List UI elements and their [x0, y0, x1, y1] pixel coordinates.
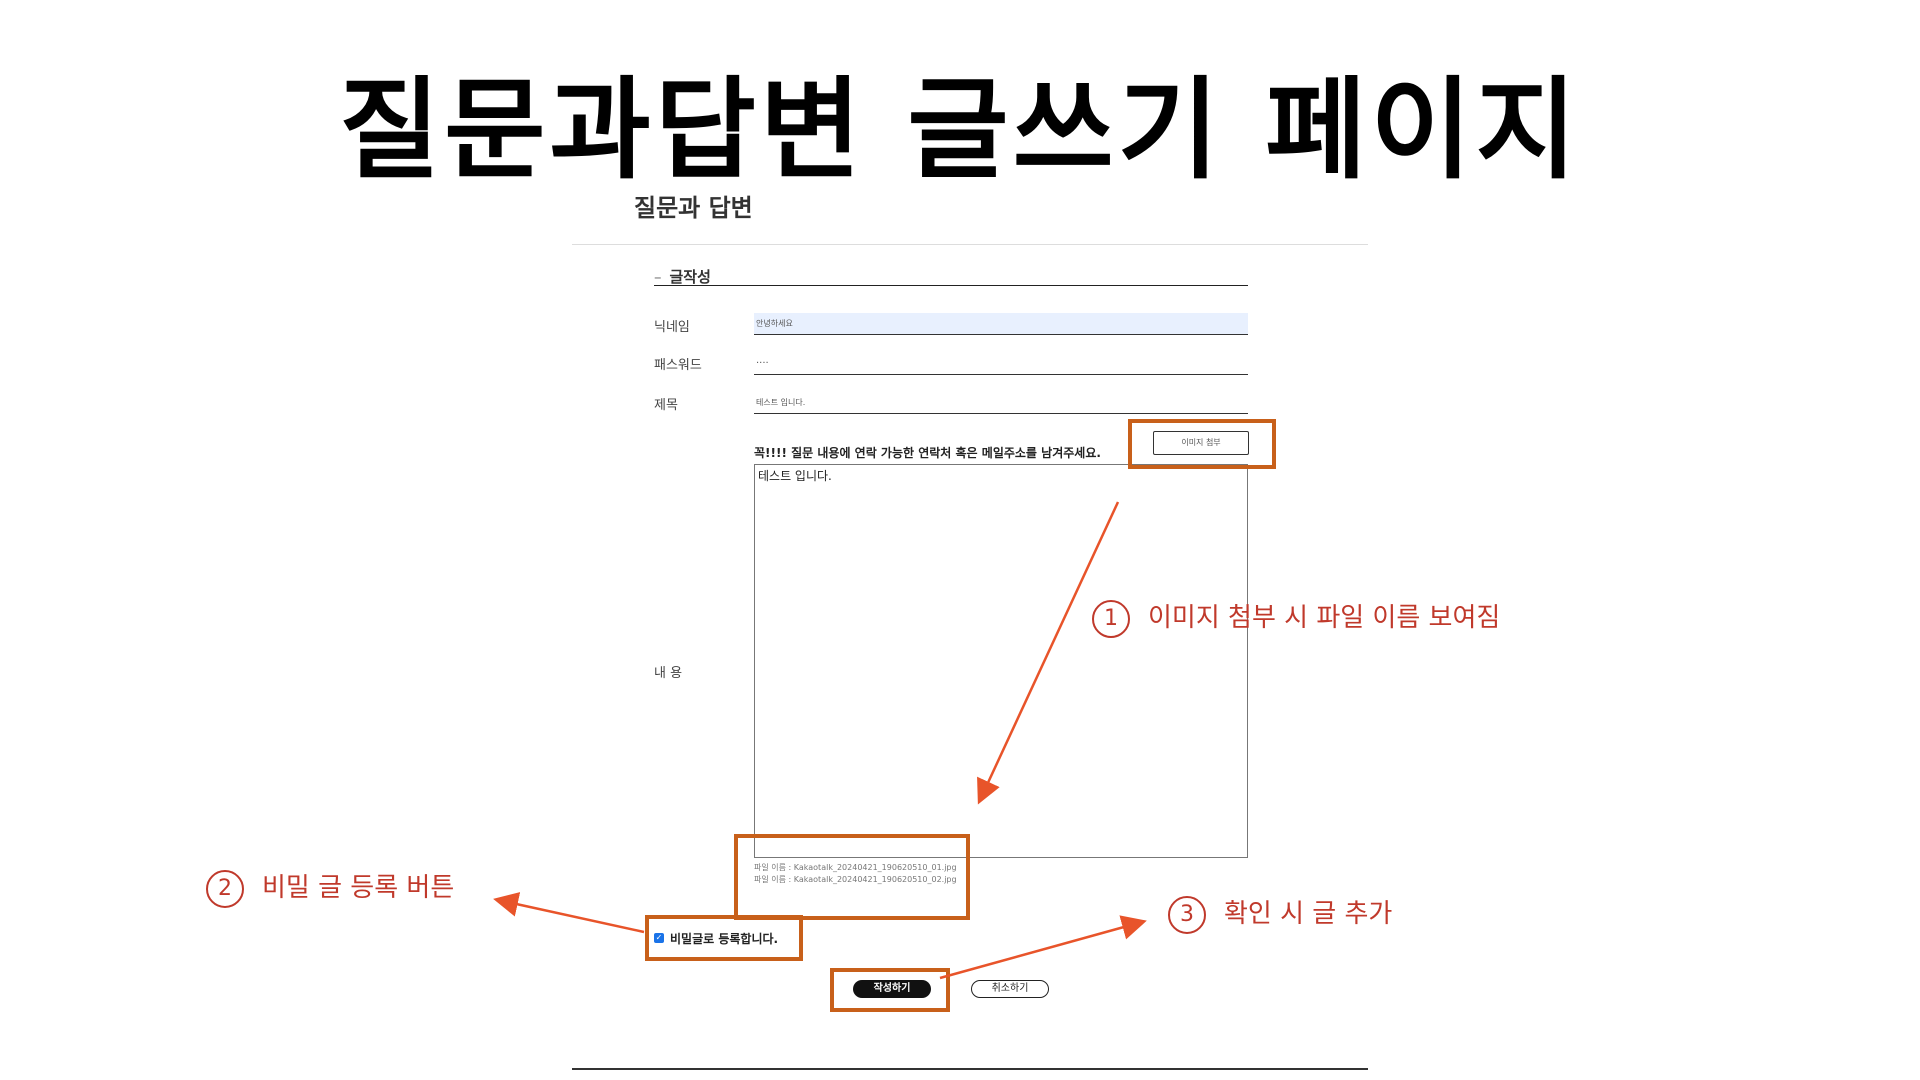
annotation-1: 1 이미지 첨부 시 파일 이름 보여짐 — [1092, 597, 1500, 638]
annotation-text: 비밀 글 등록 버튼 — [262, 873, 455, 903]
annotation-text: 이미지 첨부 시 파일 이름 보여짐 — [1148, 603, 1501, 633]
annotation-number: 2 — [206, 869, 244, 908]
annotation-2: 2 비밀 글 등록 버튼 — [206, 867, 454, 908]
annotation-number: 3 — [1168, 895, 1206, 934]
annotation-text: 확인 시 글 추가 — [1224, 899, 1393, 929]
annotation-3: 3 확인 시 글 추가 — [1168, 893, 1392, 934]
annotation-arrows — [493, 501, 1147, 980]
annotation-number: 1 — [1092, 599, 1130, 638]
arrow-2 — [493, 892, 645, 934]
arrow-1 — [977, 501, 1120, 805]
arrow-3 — [939, 915, 1147, 980]
